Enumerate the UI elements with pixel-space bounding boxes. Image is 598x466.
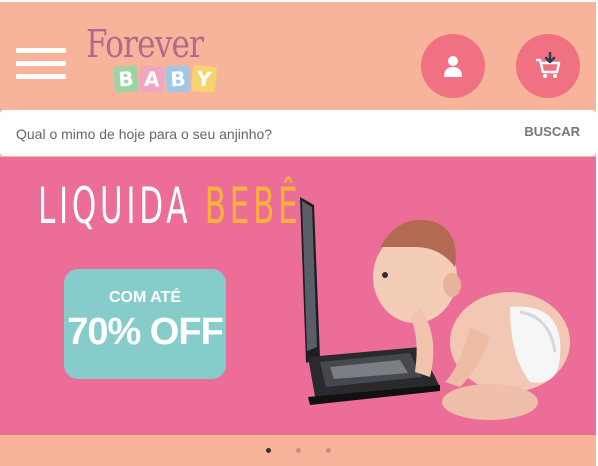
offer-line2: 70% OFF <box>67 311 224 353</box>
search-bar: BUSCAR <box>0 110 596 158</box>
banner-title-part2: BEBÊ <box>204 177 302 235</box>
search-input[interactable] <box>0 110 518 158</box>
carousel-dot-2[interactable] <box>296 448 301 453</box>
carousel-dots <box>0 448 598 460</box>
cart-download-icon <box>536 52 561 78</box>
carousel-dot-1[interactable] <box>266 448 271 453</box>
logo-block-letter: B <box>113 65 139 93</box>
promo-banner[interactable]: LIQUIDA BEBÊ COM ATÉ 70% OFF <box>0 157 596 435</box>
hamburger-icon-bar <box>16 74 66 79</box>
offer-line1: COM ATÉ <box>109 289 181 306</box>
banner-title: LIQUIDA BEBÊ <box>38 177 301 235</box>
logo-baby-blocks: B A B Y <box>113 65 218 93</box>
logo-block-letter: A <box>139 65 165 93</box>
account-button[interactable] <box>421 34 485 98</box>
hamburger-icon-bar <box>16 61 66 66</box>
logo-forever-text: Forever <box>86 22 204 66</box>
offer-badge: COM ATÉ 70% OFF <box>64 269 226 379</box>
logo[interactable]: Forever B A B Y <box>86 22 246 102</box>
carousel-dot-3[interactable] <box>326 448 331 453</box>
banner-title-part1: LIQUIDA <box>38 177 205 235</box>
hamburger-icon-bar <box>16 48 66 53</box>
page-frame: Forever B A B Y BUSCAR LIQUIDA BEBÊ <box>0 0 598 466</box>
logo-block-letter: B <box>165 65 191 93</box>
search-button[interactable]: BUSCAR <box>524 124 580 139</box>
user-icon <box>444 56 462 77</box>
baby-image <box>373 219 570 420</box>
logo-block-letter: Y <box>190 65 218 93</box>
cart-button[interactable] <box>516 34 580 98</box>
menu-button[interactable] <box>16 48 66 82</box>
